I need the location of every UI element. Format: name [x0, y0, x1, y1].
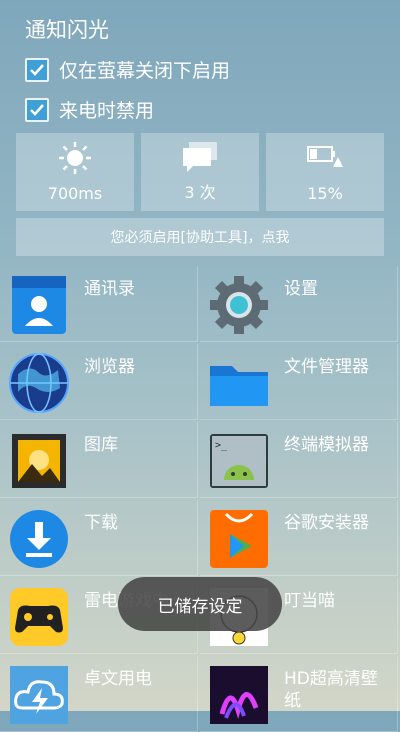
app-item-browser[interactable]: 浏览器	[0, 344, 198, 420]
download-icon	[10, 510, 68, 568]
app-label: 卓文用电	[84, 669, 152, 689]
app-label: 文件管理器	[284, 357, 369, 377]
check-icon	[30, 63, 44, 76]
app-label: 下载	[84, 513, 118, 533]
screen-off-label: 仅在萤幕关闭下启用	[59, 60, 231, 82]
app-label: 浏览器	[84, 357, 135, 377]
app-label: 终端模拟器	[284, 435, 369, 455]
screen-off-option[interactable]: 仅在萤幕关闭下启用	[25, 56, 230, 83]
wallpaper-icon	[210, 666, 268, 724]
gamepad-icon	[10, 588, 68, 646]
app-label: HD超高清壁纸	[284, 669, 378, 711]
folder-icon	[210, 366, 268, 406]
repeat-value: 3 次	[184, 183, 216, 202]
battery-tile[interactable]: 15%	[266, 133, 384, 211]
saved-toast: 已储存设定	[118, 577, 282, 631]
call-disable-option[interactable]: 来电时禁用	[25, 96, 154, 123]
app-item-download[interactable]: 下载	[0, 500, 198, 576]
repeat-tile[interactable]: 3 次	[141, 133, 259, 211]
settings-gear-icon	[210, 276, 268, 334]
app-item-settings[interactable]: 设置	[200, 266, 398, 342]
play-installer-icon	[210, 510, 268, 568]
duration-value: 700ms	[47, 184, 103, 203]
app-item-terminal[interactable]: >_ 终端模拟器	[200, 422, 398, 498]
app-label: 设置	[284, 279, 318, 299]
app-label: 叮当喵	[284, 591, 335, 611]
gallery-icon	[12, 434, 66, 488]
battery-warning-icon	[306, 141, 344, 175]
terminal-android-icon: >_	[210, 434, 268, 488]
contacts-icon	[12, 276, 66, 334]
app-item-gallery[interactable]: 图库	[0, 422, 198, 498]
call-disable-checkbox[interactable]	[25, 97, 49, 122]
app-label: 通讯录	[84, 279, 135, 299]
app-label: 图库	[84, 435, 118, 455]
app-item-file-manager[interactable]: 文件管理器	[200, 344, 398, 420]
app-item-hd-wallpaper[interactable]: HD超高清壁纸	[200, 656, 398, 732]
app-item-google-installer[interactable]: 谷歌安装器	[200, 500, 398, 576]
battery-value: 15%	[307, 184, 343, 203]
screen-off-checkbox[interactable]	[25, 57, 49, 82]
app-item-zhuowen-power[interactable]: 卓文用电	[0, 656, 198, 732]
duration-tile[interactable]: 700ms	[16, 133, 134, 211]
app-item-contacts[interactable]: 通讯录	[0, 266, 198, 342]
check-icon	[30, 103, 44, 116]
message-stack-icon	[181, 141, 219, 179]
app-label: 谷歌安装器	[284, 513, 369, 533]
accessibility-notice-button[interactable]: 您必须启用[协助工具]，点我	[16, 218, 384, 256]
flash-settings-panel: 通知闪光 仅在萤幕关闭下启用 来电时禁用 700ms 3 次 15% 您必须启用…	[0, 0, 400, 266]
page-title: 通知闪光	[25, 18, 109, 42]
browser-globe-icon	[9, 353, 69, 413]
brightness-sun-icon	[58, 141, 92, 179]
svg-text:>_: >_	[215, 440, 228, 451]
settings-tiles: 700ms 3 次 15%	[16, 133, 384, 211]
call-disable-label: 来电时禁用	[59, 100, 155, 122]
cloud-charge-icon	[10, 666, 68, 724]
